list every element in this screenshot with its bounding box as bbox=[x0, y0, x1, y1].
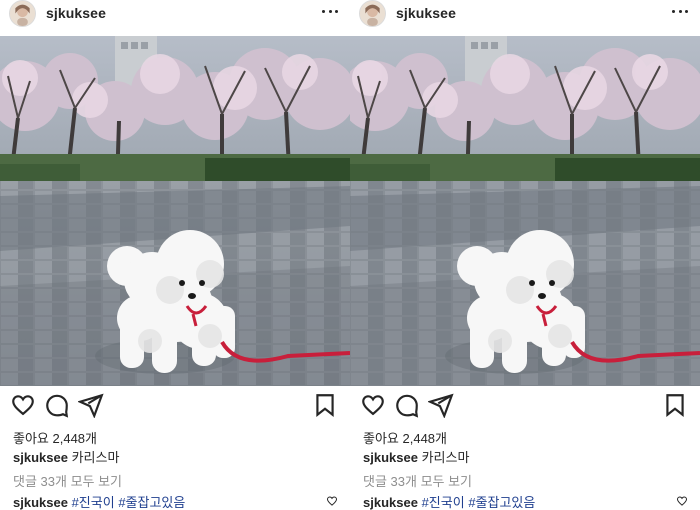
post-actions bbox=[350, 392, 700, 418]
username[interactable]: sjkuksee bbox=[396, 5, 456, 21]
more-icon[interactable] bbox=[322, 3, 338, 19]
share-icon[interactable] bbox=[428, 392, 454, 418]
share-icon[interactable] bbox=[78, 392, 104, 418]
comment-icon[interactable] bbox=[394, 392, 420, 418]
hashtag-link[interactable]: #줄잡고있음 bbox=[468, 495, 535, 510]
post-header: sjkuksee bbox=[0, 0, 350, 36]
bookmark-icon[interactable] bbox=[662, 392, 688, 418]
comment-row: sjkuksee #진국이 #줄잡고있음 bbox=[13, 492, 343, 510]
post-photo[interactable] bbox=[0, 36, 350, 386]
post-header: sjkuksee bbox=[350, 0, 700, 36]
small-heart-icon[interactable] bbox=[326, 495, 338, 507]
post-caption: sjkuksee 카리스마 bbox=[363, 447, 469, 466]
bookmark-icon[interactable] bbox=[312, 392, 338, 418]
caption-text: 카리스마 bbox=[71, 450, 120, 465]
post-card: sjkuksee 좋아요 2,448개 sjkuksee 카리스마 댓글 33개… bbox=[0, 0, 350, 510]
avatar[interactable] bbox=[359, 0, 386, 27]
likes-count[interactable]: 좋아요 2,448개 bbox=[363, 428, 447, 447]
hashtag-link[interactable]: #줄잡고있음 bbox=[118, 495, 185, 510]
comment-row: sjkuksee #진국이 #줄잡고있음 bbox=[363, 492, 693, 510]
likes-count[interactable]: 좋아요 2,448개 bbox=[13, 428, 97, 447]
view-comments-link[interactable]: 댓글 33개 모두 보기 bbox=[363, 471, 472, 490]
comment-username[interactable]: sjkuksee bbox=[363, 495, 418, 510]
caption-username[interactable]: sjkuksee bbox=[13, 450, 68, 465]
small-heart-icon[interactable] bbox=[676, 495, 688, 507]
caption-text: 카리스마 bbox=[421, 450, 470, 465]
more-icon[interactable] bbox=[672, 3, 688, 19]
heart-icon[interactable] bbox=[360, 392, 386, 418]
instagram-screenshot-pair: sjkuksee 좋아요 2,448개 sjkuksee 카리스마 댓글 33개… bbox=[0, 0, 700, 510]
comment-username[interactable]: sjkuksee bbox=[13, 495, 68, 510]
post-card: sjkuksee 좋아요 2,448개 sjkuksee 카리스마 댓글 33개… bbox=[350, 0, 700, 510]
heart-icon[interactable] bbox=[10, 392, 36, 418]
caption-username[interactable]: sjkuksee bbox=[363, 450, 418, 465]
post-caption: sjkuksee 카리스마 bbox=[13, 447, 119, 466]
comment-icon[interactable] bbox=[44, 392, 70, 418]
username[interactable]: sjkuksee bbox=[46, 5, 106, 21]
post-photo[interactable] bbox=[350, 36, 700, 386]
avatar[interactable] bbox=[9, 0, 36, 27]
hashtag-link[interactable]: #진국이 bbox=[72, 495, 115, 510]
view-comments-link[interactable]: 댓글 33개 모두 보기 bbox=[13, 471, 122, 490]
hashtag-link[interactable]: #진국이 bbox=[422, 495, 465, 510]
post-actions bbox=[0, 392, 350, 418]
